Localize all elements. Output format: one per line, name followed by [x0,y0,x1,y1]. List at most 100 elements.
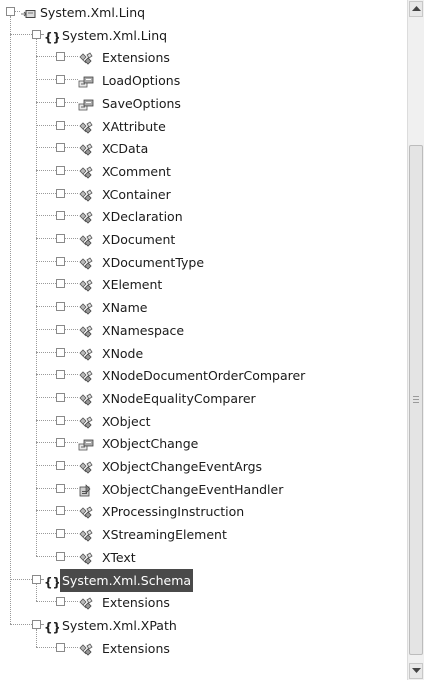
expand-toggle-icon[interactable] [56,302,65,312]
scrollbar-thumb[interactable] [409,145,423,655]
expand-toggle-icon[interactable] [56,415,65,425]
tree-node-type[interactable]: SaveOptions [0,92,407,115]
collapse-toggle-icon[interactable] [6,7,15,16]
scroll-up-arrow-icon[interactable] [409,1,423,17]
tree-connector-line [65,601,78,603]
expand-toggle-icon[interactable] [56,461,65,470]
tree-node-label[interactable]: XElement [100,273,164,296]
expand-toggle-icon[interactable] [56,597,65,607]
class-icon [78,209,94,224]
tree-node-namespace[interactable]: {}System.Xml.XPath [0,614,407,637]
tree-node-type[interactable]: XAttribute [0,115,407,138]
tree-node-label[interactable]: XName [100,296,149,319]
expand-toggle-icon[interactable] [56,165,65,175]
tree-node-label[interactable]: Extensions [100,637,172,660]
expand-toggle-icon[interactable] [56,529,65,539]
tree-node-type[interactable]: XNode [0,342,407,365]
tree-node-label[interactable]: XContainer [100,183,173,206]
tree-node-type[interactable]: XDocumentType [0,251,407,274]
expand-toggle-icon[interactable] [56,211,65,221]
tree-node-type[interactable]: XObjectChangeEventArgs [0,455,407,478]
expand-toggle-icon[interactable] [56,438,65,448]
tree-node-type[interactable]: XText [0,546,407,569]
tree-connector-line [65,192,78,194]
class-icon [78,595,94,610]
expand-toggle-icon[interactable] [56,75,65,85]
tree-node-label[interactable]: System.Xml.XPath [60,614,179,637]
tree-node-label[interactable]: XDocumentType [100,251,206,274]
svg-text:{}: {} [44,620,59,634]
tree-node-label[interactable]: XNodeEqualityComparer [100,387,258,410]
tree-node-type[interactable]: Extensions [0,591,407,614]
tree-node-label[interactable]: XObject [100,410,152,433]
tree-node-type[interactable]: XObjectChange [0,432,407,455]
expand-toggle-icon[interactable] [56,506,65,516]
tree-node-label[interactable]: XObjectChange [100,432,200,455]
tree-node-label[interactable]: System.Xml.Schema [60,568,194,592]
expand-toggle-icon[interactable] [56,234,65,243]
tree-node-type[interactable]: LoadOptions [0,69,407,92]
expand-toggle-icon[interactable] [56,143,65,153]
scroll-down-arrow-icon[interactable] [409,663,423,679]
tree-node-label[interactable]: XObjectChangeEventHandler [100,478,285,501]
tree-node-type[interactable]: XDocument [0,228,407,251]
tree-node-type[interactable]: Extensions [0,637,407,660]
tree-node-label[interactable]: LoadOptions [100,69,182,92]
tree-node-type[interactable]: XProcessingInstruction [0,500,407,523]
expand-toggle-icon[interactable] [56,256,65,266]
expand-toggle-icon[interactable] [56,324,65,334]
tree-node-label[interactable]: System.Xml.Linq [60,24,169,47]
expand-toggle-icon[interactable] [56,642,65,652]
expand-toggle-icon[interactable] [56,97,65,107]
tree-node-label[interactable]: XNode [100,342,145,365]
tree-node-label[interactable]: XText [100,546,138,569]
tree-node-type[interactable]: XCData [0,137,407,160]
tree-connector-line [65,419,78,421]
tree-node-label[interactable]: XDeclaration [100,205,185,228]
class-icon [78,504,94,519]
tree-node-type[interactable]: XObject [0,410,407,433]
tree-node-type[interactable]: XDeclaration [0,205,407,228]
tree-node-type[interactable]: XName [0,296,407,319]
tree-node-label[interactable]: XComment [100,160,173,183]
tree-node-label[interactable]: System.Xml.Linq [38,1,147,24]
vertical-scrollbar[interactable] [407,0,424,680]
expand-toggle-icon[interactable] [56,392,65,402]
tree-node-label[interactable]: XProcessingInstruction [100,500,246,523]
tree-node-assembly[interactable]: System.Xml.Linq [0,1,407,24]
collapse-toggle-icon[interactable] [32,574,41,584]
tree-node-label[interactable]: SaveOptions [100,92,183,115]
tree-node-label[interactable]: XCData [100,137,150,160]
tree-node-type[interactable]: XStreamingElement [0,523,407,546]
expand-toggle-icon[interactable] [56,347,65,357]
expand-toggle-icon[interactable] [56,120,65,130]
expand-toggle-icon[interactable] [56,279,65,289]
tree-node-label[interactable]: XObjectChangeEventArgs [100,455,264,478]
object-browser-tree[interactable]: System.Xml.Linq{}System.Xml.LinqExtensio… [0,0,407,680]
collapse-toggle-icon[interactable] [32,619,41,629]
tree-node-type[interactable]: XNodeEqualityComparer [0,387,407,410]
tree-node-label[interactable]: XStreamingElement [100,523,229,546]
tree-node-type[interactable]: XNamespace [0,319,407,342]
tree-node-namespace[interactable]: {}System.Xml.Schema [0,568,407,592]
expand-toggle-icon[interactable] [56,188,65,198]
tree-node-type[interactable]: XComment [0,160,407,183]
expand-toggle-icon[interactable] [56,551,65,561]
collapse-toggle-icon[interactable] [32,29,41,39]
tree-node-type[interactable]: Extensions [0,46,407,69]
tree-node-type[interactable]: XContainer [0,183,407,206]
tree-node-label[interactable]: XAttribute [100,115,168,138]
tree-node-label[interactable]: XDocument [100,228,177,251]
tree-node-label[interactable]: XNamespace [100,319,186,342]
expand-toggle-icon[interactable] [56,370,65,380]
tree-node-type[interactable]: XElement [0,273,407,296]
tree-node-label[interactable]: Extensions [100,46,172,69]
expand-toggle-icon[interactable] [56,52,65,62]
tree-node-namespace[interactable]: {}System.Xml.Linq [0,24,407,47]
tree-node-type[interactable]: XObjectChangeEventHandler [0,478,407,501]
tree-connector-line [36,533,56,535]
tree-node-label[interactable]: Extensions [100,591,172,614]
tree-node-type[interactable]: XNodeDocumentOrderComparer [0,364,407,387]
expand-toggle-icon[interactable] [56,483,65,493]
tree-node-label[interactable]: XNodeDocumentOrderComparer [100,364,307,387]
